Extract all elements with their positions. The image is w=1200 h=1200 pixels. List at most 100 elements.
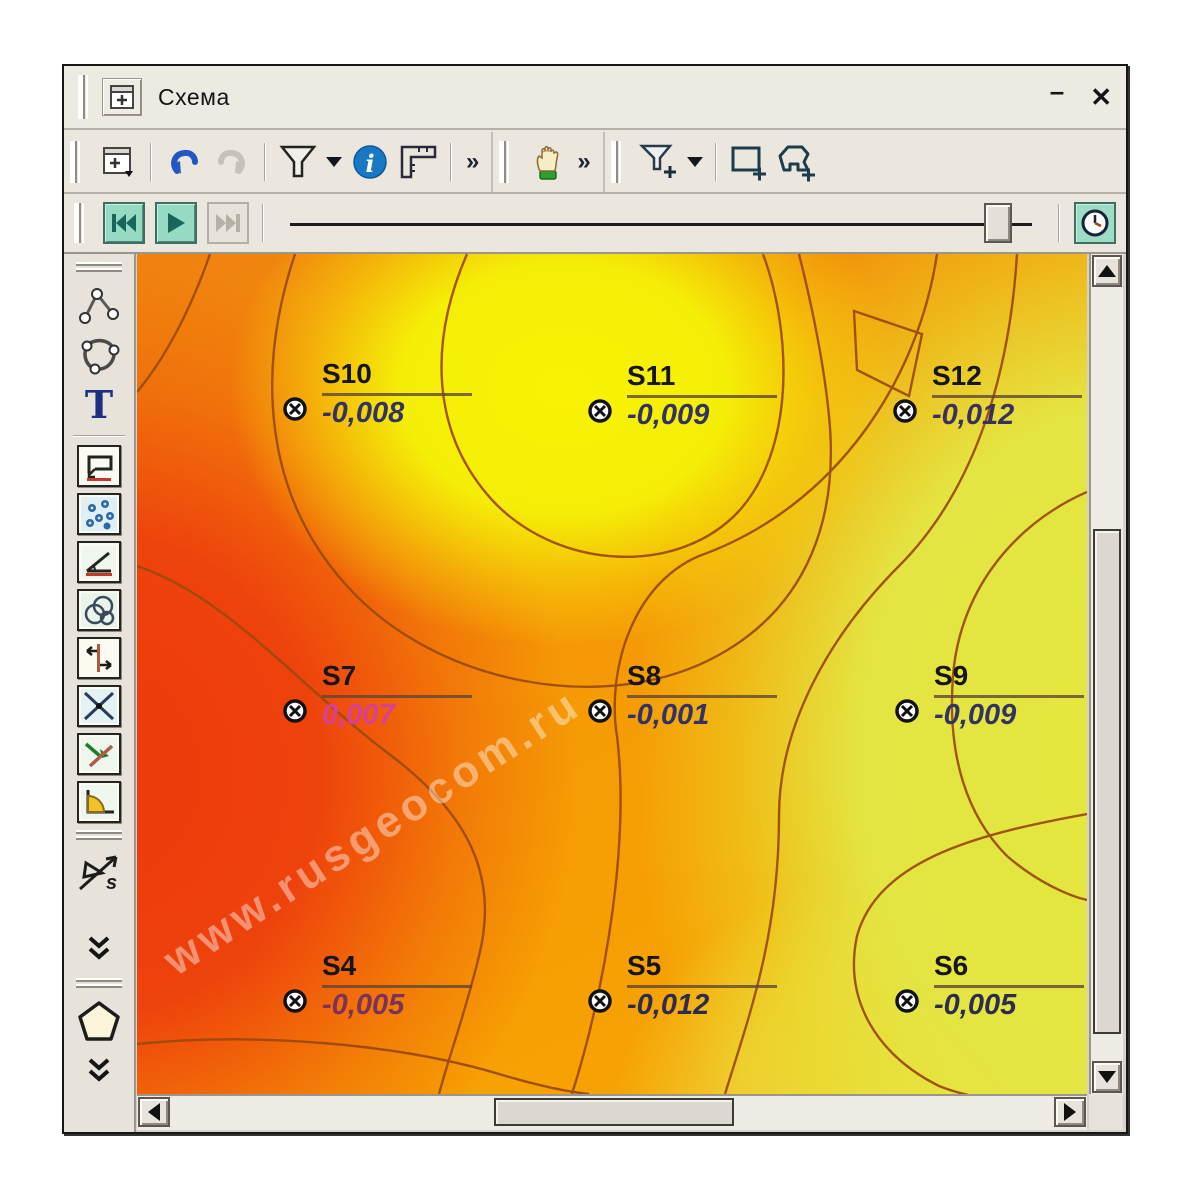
survey-point-s4: S4-0,005 <box>282 988 308 1014</box>
toolbar-grip[interactable] <box>78 75 88 118</box>
angle-measure-tool[interactable] <box>77 541 121 583</box>
separator <box>262 204 264 242</box>
polygon-select-add-icon[interactable] <box>776 140 818 184</box>
new-window-icon[interactable] <box>102 78 142 116</box>
label-divider <box>934 985 1084 988</box>
survey-point-s10: S10-0,008 <box>282 396 308 422</box>
toolbar-grip[interactable] <box>76 262 122 274</box>
label-divider <box>322 985 472 988</box>
survey-point-s12: S12-0,012 <box>892 398 918 424</box>
toolbar-grip[interactable] <box>499 141 509 183</box>
point-marker-icon[interactable] <box>587 398 613 424</box>
more-chevron[interactable]: » <box>460 148 485 176</box>
pentagon-tool[interactable] <box>75 998 123 1044</box>
point-value: -0,009 <box>627 399 797 432</box>
clock-button[interactable] <box>1074 202 1116 244</box>
survey-point-s7: S70,007 <box>282 698 308 724</box>
svg-text:s: s <box>106 872 117 894</box>
point-marker-icon[interactable] <box>587 988 613 1014</box>
toolbar-grip[interactable] <box>76 830 122 842</box>
pan-hand-icon[interactable] <box>526 140 568 184</box>
toolbar-grip[interactable] <box>76 978 122 990</box>
line-arrow-tool[interactable] <box>77 733 121 775</box>
label-divider <box>627 395 777 398</box>
filter-icon[interactable] <box>277 140 319 184</box>
point-name: S9 <box>934 661 1087 692</box>
point-value: -0,001 <box>627 699 797 732</box>
skip-start-button[interactable] <box>103 202 145 244</box>
point-value: -0,012 <box>627 989 797 1022</box>
point-name: S10 <box>322 359 492 390</box>
more-chevron[interactable]: » <box>571 148 596 176</box>
schema-window: Схема – ✕ i <box>62 64 1128 1134</box>
scale-arrow-tool[interactable]: s <box>75 850 123 896</box>
label-divider <box>934 695 1084 698</box>
new-window-button[interactable] <box>97 140 139 184</box>
point-marker-icon[interactable] <box>894 698 920 724</box>
width-arrows-tool[interactable] <box>77 637 121 679</box>
polyline-tool[interactable] <box>75 282 123 328</box>
separator <box>264 143 266 181</box>
separator <box>73 435 125 437</box>
point-name: S8 <box>627 661 797 692</box>
point-marker-icon[interactable] <box>894 988 920 1014</box>
point-marker-icon[interactable] <box>282 396 308 422</box>
slider-thumb[interactable] <box>984 203 1012 243</box>
point-marker-icon[interactable] <box>892 398 918 424</box>
point-value: -0,005 <box>322 989 492 1022</box>
label-divider <box>627 985 777 988</box>
points-cloud-tool[interactable] <box>77 493 121 535</box>
text-tool[interactable]: T <box>75 382 123 428</box>
separator <box>1058 204 1060 242</box>
scroll-left-button[interactable] <box>138 1097 170 1127</box>
main-toolbar: i » » <box>64 132 1126 194</box>
point-marker-icon[interactable] <box>282 698 308 724</box>
filter-add-dropdown-arrow[interactable] <box>687 157 703 167</box>
point-name: S11 <box>627 361 797 392</box>
info-icon[interactable]: i <box>349 140 391 184</box>
redo-icon[interactable] <box>211 140 253 184</box>
survey-point-s6: S6-0,005 <box>894 988 920 1014</box>
label-divider <box>322 695 472 698</box>
circles-tool[interactable] <box>77 589 121 631</box>
expand-chevrons-icon[interactable] <box>75 926 123 972</box>
polygon-nodes-tool[interactable] <box>75 332 123 378</box>
title-bar: Схема – ✕ <box>64 66 1126 130</box>
vertical-scroll-thumb[interactable] <box>1093 529 1121 1034</box>
horizontal-scroll-thumb[interactable] <box>494 1098 734 1126</box>
vertical-scrollbar[interactable] <box>1089 254 1123 1094</box>
expand-chevrons-icon[interactable] <box>75 1048 123 1094</box>
toolbar-grip[interactable] <box>70 141 80 183</box>
ruler-corner-icon[interactable] <box>397 140 439 184</box>
rect-select-add-icon[interactable] <box>728 140 770 184</box>
slider-track[interactable] <box>290 223 1032 226</box>
skip-end-button[interactable] <box>207 202 249 244</box>
scroll-right-button[interactable] <box>1054 1097 1086 1127</box>
contour-tool[interactable] <box>77 445 121 487</box>
scroll-up-button[interactable] <box>1092 255 1122 287</box>
close-button[interactable]: ✕ <box>1090 84 1112 110</box>
survey-point-s11: S11-0,009 <box>587 398 613 424</box>
scroll-down-button[interactable] <box>1092 1061 1122 1093</box>
angle-arc-tool[interactable] <box>77 781 121 823</box>
map-canvas[interactable]: www.rusgeocom.ru S10-0,008 S11-0,009 S12… <box>137 254 1087 1094</box>
point-name: S7 <box>322 661 492 692</box>
filter-add-icon[interactable] <box>638 140 680 184</box>
label-divider <box>932 395 1082 398</box>
separator <box>715 143 717 181</box>
point-value: -0,009 <box>934 699 1087 732</box>
point-marker-icon[interactable] <box>282 988 308 1014</box>
toolbar-grip[interactable] <box>74 203 84 244</box>
play-button[interactable] <box>155 202 197 244</box>
filter-dropdown-arrow[interactable] <box>326 157 342 167</box>
survey-point-s8: S8-0,001 <box>587 698 613 724</box>
left-toolbar: T <box>64 254 136 1132</box>
minimize-button[interactable]: – <box>1050 78 1064 104</box>
point-marker-icon[interactable] <box>587 698 613 724</box>
horizontal-scrollbar[interactable] <box>137 1094 1087 1130</box>
undo-icon[interactable] <box>163 140 205 184</box>
toolbar-grip[interactable] <box>611 141 621 183</box>
time-slider[interactable] <box>284 194 1038 252</box>
cross-tool[interactable] <box>77 685 121 727</box>
survey-point-s9: S9-0,009 <box>894 698 920 724</box>
